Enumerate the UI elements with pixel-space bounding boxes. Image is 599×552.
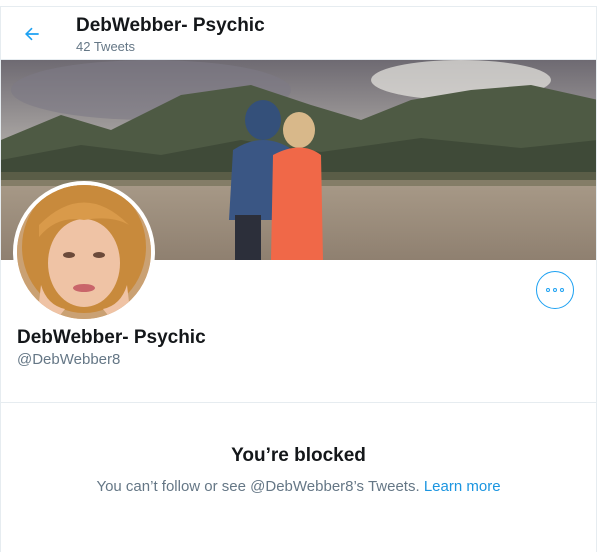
more-options-button[interactable] bbox=[536, 271, 574, 309]
tweet-count: 42 Tweets bbox=[76, 39, 136, 54]
profile-header: DebWebber- Psychic 42 Tweets bbox=[1, 7, 596, 60]
profile-page: DebWebber- Psychic 42 Tweets DebWebber- … bbox=[0, 6, 597, 552]
more-dots-icon bbox=[546, 288, 550, 292]
blocked-title: You’re blocked bbox=[231, 445, 366, 466]
learn-more-link[interactable]: Learn more bbox=[424, 478, 501, 495]
blocked-message: You can’t follow or see @DebWebber8’s Tw… bbox=[1, 478, 596, 495]
arrow-left-icon bbox=[25, 27, 39, 41]
user-handle: @DebWebber8 bbox=[17, 351, 121, 368]
profile-avatar[interactable] bbox=[13, 181, 155, 323]
back-button[interactable] bbox=[15, 17, 49, 51]
display-name: DebWebber- Psychic bbox=[17, 327, 206, 348]
header-title: DebWebber- Psychic bbox=[76, 15, 265, 36]
blocked-message-text: You can’t follow or see @DebWebber8’s Tw… bbox=[96, 478, 420, 495]
avatar-image bbox=[17, 185, 151, 319]
divider bbox=[1, 402, 596, 403]
